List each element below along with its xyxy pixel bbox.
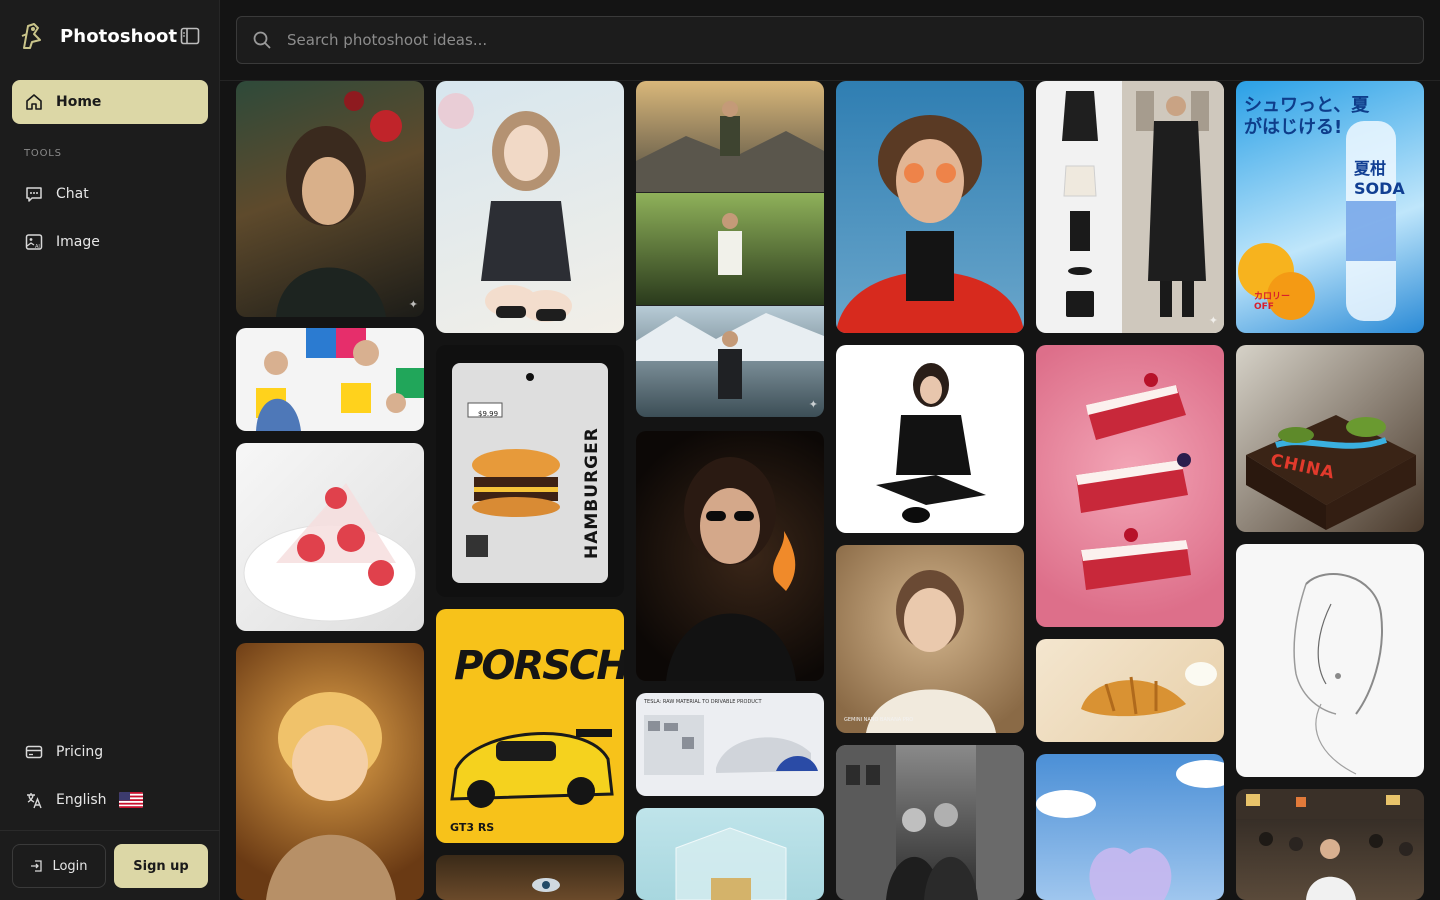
photo-image xyxy=(675,827,787,900)
calorie-off-label: カロリー OFF xyxy=(1254,292,1291,312)
sidebar-divider xyxy=(0,830,220,831)
photo-card[interactable] xyxy=(636,808,824,900)
sparkle-icon: ✦ xyxy=(408,298,418,311)
brand-name: Photoshoot xyxy=(60,25,178,47)
photo-card[interactable]: TESLA: RAW MATERIAL TO DRIVABLE PRODUCT xyxy=(636,693,824,796)
photo-image xyxy=(876,363,986,523)
home-icon xyxy=(24,92,44,112)
gt3rs-label: GT3 RS xyxy=(450,821,495,834)
search-bar[interactable] xyxy=(236,16,1424,64)
photo-card[interactable] xyxy=(636,431,824,681)
sidebar-item-chat[interactable]: Chat xyxy=(12,172,208,216)
photo-card[interactable]: GEMINI NANO BANANA PRO xyxy=(836,545,1024,733)
ai-image-icon: AI xyxy=(24,232,44,252)
photo-image xyxy=(266,692,396,900)
porsche-title: PORSCHE xyxy=(454,643,624,689)
photo-image xyxy=(666,457,796,681)
login-button[interactable]: Login xyxy=(12,844,106,888)
photo-image xyxy=(1236,789,1424,900)
photo-image xyxy=(1293,573,1383,775)
sidebar-item-label: Chat xyxy=(56,186,89,202)
photo-image xyxy=(866,570,996,733)
sparkle-icon: ✦ xyxy=(808,398,818,411)
sparkle-icon: ✦ xyxy=(1208,314,1218,327)
photo-image xyxy=(836,115,1024,333)
photo-card[interactable]: $9.99 HAMBURGER xyxy=(436,345,624,597)
photo-image xyxy=(532,878,560,892)
photo-card[interactable] xyxy=(836,345,1024,533)
photo-card[interactable] xyxy=(436,81,624,333)
photo-card[interactable]: ✦ xyxy=(1036,81,1224,333)
photo-card[interactable] xyxy=(436,855,624,900)
login-label: Login xyxy=(52,858,88,874)
login-icon xyxy=(30,859,44,873)
sidebar-toggle-icon xyxy=(180,27,200,45)
search-input[interactable] xyxy=(287,31,1387,49)
gemini-watermark: GEMINI NANO BANANA PRO xyxy=(844,717,914,723)
photo-card[interactable] xyxy=(836,81,1024,333)
photo-card[interactable] xyxy=(236,643,424,900)
brand[interactable]: Photoshoot xyxy=(18,20,177,52)
soda-headline: シュワっと、夏がはじける! xyxy=(1244,95,1370,138)
sidebar-item-label: Home xyxy=(56,94,102,110)
photo-image xyxy=(636,81,824,417)
sidebar-item-pricing[interactable]: Pricing xyxy=(12,730,208,774)
photo-card[interactable]: シュワっと、夏がはじける! 夏柑 SODA カロリー OFF xyxy=(1236,81,1424,333)
sidebar-item-label: Image xyxy=(56,234,100,250)
photo-card[interactable] xyxy=(836,745,1024,900)
sidebar-item-home[interactable]: Home xyxy=(12,80,208,124)
photo-card[interactable]: ✦ xyxy=(236,81,424,317)
photo-card[interactable] xyxy=(1036,754,1224,900)
soda-brand: 夏柑 SODA xyxy=(1354,159,1405,198)
chat-icon xyxy=(24,184,44,204)
logo-icon xyxy=(21,23,41,49)
svg-text:AI: AI xyxy=(35,244,40,250)
photo-image xyxy=(644,715,818,775)
photo-card[interactable] xyxy=(236,328,424,431)
signup-button[interactable]: Sign up xyxy=(114,844,208,888)
photo-image xyxy=(1036,760,1224,900)
sidebar-collapse-button[interactable] xyxy=(178,25,202,47)
search-icon xyxy=(251,29,273,51)
photo-card[interactable] xyxy=(1236,789,1424,900)
photo-card[interactable] xyxy=(1036,345,1224,627)
us-flag-icon xyxy=(118,792,143,808)
photo-image xyxy=(243,483,417,622)
photo-card[interactable]: ✦ xyxy=(636,81,824,417)
price-label: $9.99 xyxy=(478,410,499,418)
photo-image xyxy=(836,745,1024,900)
sidebar: Photoshoot Home TOOLS Chat AI Image Pric… xyxy=(0,0,220,900)
translate-icon xyxy=(24,790,44,810)
photo-image xyxy=(256,328,424,431)
sidebar-item-label: Pricing xyxy=(56,744,104,760)
photo-card[interactable] xyxy=(236,443,424,631)
photo-card[interactable] xyxy=(1236,544,1424,777)
photo-image xyxy=(1081,662,1217,717)
topbar xyxy=(220,0,1440,81)
language-selector[interactable]: English xyxy=(12,778,208,822)
photo-card[interactable]: PORSCHE GT3 RS xyxy=(436,609,624,843)
app-root: Photoshoot Home TOOLS Chat AI Image Pric… xyxy=(0,0,1440,900)
photo-card[interactable]: CHINA xyxy=(1236,345,1424,532)
photo-image xyxy=(438,93,572,322)
sidebar-item-image[interactable]: AI Image xyxy=(12,220,208,264)
photo-image xyxy=(1246,415,1416,530)
photo-image xyxy=(1076,373,1191,590)
photo-card[interactable] xyxy=(1036,639,1224,742)
photo-grid: ✦ $9.99 HAMBURGER PORSC GT3 RS ✦ TESLA: … xyxy=(220,81,1440,900)
photo-image xyxy=(276,91,402,317)
hamburger-text: HAMBURGER xyxy=(582,427,602,559)
tesla-caption: TESLA: RAW MATERIAL TO DRIVABLE PRODUCT xyxy=(644,699,762,705)
section-label-tools: TOOLS xyxy=(24,148,62,159)
credit-card-icon xyxy=(24,742,44,762)
language-label: English xyxy=(56,792,107,808)
photo-image xyxy=(1062,81,1224,333)
